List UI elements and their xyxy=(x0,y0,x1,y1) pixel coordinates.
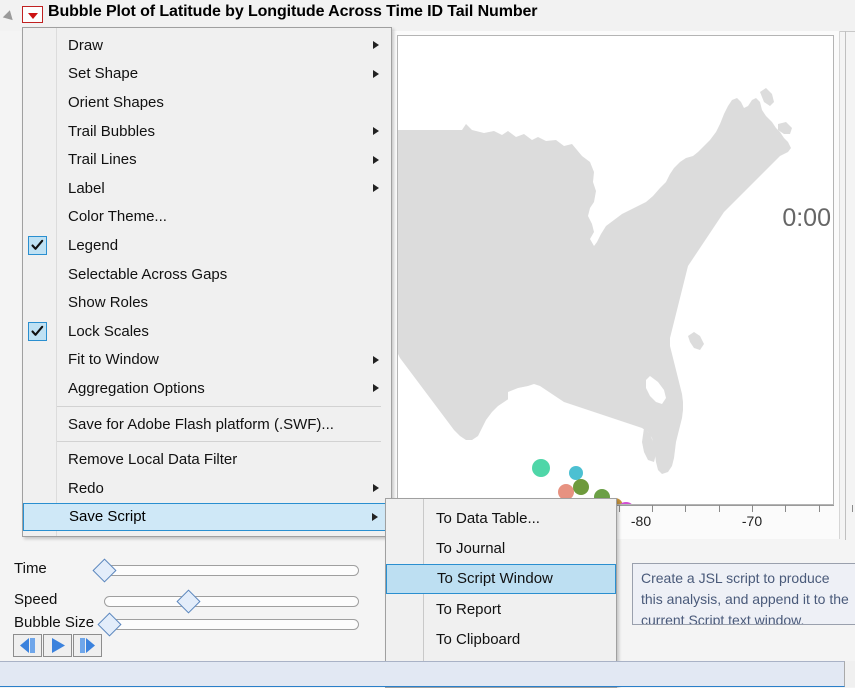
speed-slider-row: Speed xyxy=(0,589,380,614)
menu-item-label: Set Shape xyxy=(68,65,139,83)
submenu-arrow-icon xyxy=(373,155,379,164)
menu-item-orient-shapes[interactable]: Orient Shapes xyxy=(23,88,391,117)
status-bar-right-filler xyxy=(845,661,855,687)
menu-item-label: Legend xyxy=(68,236,119,254)
menu-item-label: Lock Scales xyxy=(68,322,149,340)
submenu-arrow-icon xyxy=(373,41,379,50)
menu-item-trail-bubbles[interactable]: Trail Bubbles xyxy=(23,117,391,146)
bubble-plot-panel: 0:00 -80 -70 xyxy=(392,31,853,539)
menu-item-set-shape[interactable]: Set Shape xyxy=(23,60,391,89)
menu-item-label: Remove Local Data Filter xyxy=(68,451,238,469)
menu-item-redo[interactable]: Redo xyxy=(23,474,391,503)
menu-item-label: Aggregation Options xyxy=(68,379,205,397)
menu-item-show-roles[interactable]: Show Roles xyxy=(23,288,391,317)
speed-slider-thumb[interactable] xyxy=(176,589,201,614)
bubble-size-slider-label: Bubble Size xyxy=(14,614,95,631)
red-triangle-menu-icon[interactable] xyxy=(22,6,43,23)
submenu-arrow-icon xyxy=(373,484,379,493)
menu-item-label: Fit to Window xyxy=(68,351,159,369)
speed-slider-track[interactable] xyxy=(104,596,359,607)
menu-separator xyxy=(57,405,381,407)
x-axis-tick xyxy=(785,505,787,512)
menu-item-label: Color Theme... xyxy=(68,208,167,226)
context-menu: Draw Set Shape Orient Shapes Trail Bubbles T… xyxy=(22,27,392,537)
submenu-arrow-icon xyxy=(373,355,379,364)
submenu-item-label: To Journal xyxy=(436,540,506,558)
menu-item-draw[interactable]: Draw xyxy=(23,31,391,60)
time-slider-thumb[interactable] xyxy=(91,558,117,583)
plot-frame[interactable]: 0:00 xyxy=(397,35,834,505)
submenu-item-label: To Report xyxy=(436,600,502,618)
page-title: Bubble Plot of Latitude by Longitude Acr… xyxy=(48,3,538,20)
x-axis-tick xyxy=(652,505,654,512)
menu-item-save-script[interactable]: Save Script xyxy=(23,502,391,532)
x-tick-label-1: -70 xyxy=(741,513,763,529)
disclosure-triangle-icon[interactable] xyxy=(2,10,17,24)
speed-slider-label: Speed xyxy=(14,591,58,608)
menu-item-remove-local-data-filter[interactable]: Remove Local Data Filter xyxy=(23,445,391,474)
x-axis-tick xyxy=(752,505,753,512)
time-slider-track[interactable] xyxy=(104,565,359,576)
checkmark-icon xyxy=(28,322,47,342)
menu-item-save-for-adobe-flash-platform-swf[interactable]: Save for Adobe Flash platform (.SWF)... xyxy=(23,410,391,439)
step-forward-icon[interactable] xyxy=(73,634,102,657)
submenu-item-to-report[interactable]: To Report xyxy=(386,594,616,624)
submenu-arrow-icon xyxy=(373,184,379,193)
menu-item-selectable-across-gaps[interactable]: Selectable Across Gaps xyxy=(23,260,391,289)
menu-item-label[interactable]: Label xyxy=(23,174,391,203)
submenu-item-to-clipboard[interactable]: To Clipboard xyxy=(386,625,616,655)
x-tick-label-0: -80 xyxy=(630,513,652,529)
menu-item-label: Redo xyxy=(68,479,104,497)
left-edge-filler xyxy=(0,31,22,540)
submenu-item-label: To Clipboard xyxy=(436,631,521,649)
x-axis-tick xyxy=(718,505,720,512)
menu-item-label: Save Script xyxy=(69,508,146,526)
x-axis-tick xyxy=(685,505,687,512)
menu-item-lock-scales[interactable]: Lock Scales xyxy=(23,317,391,346)
menu-item-label: Selectable Across Gaps xyxy=(68,265,228,283)
menu-item-label: Orient Shapes xyxy=(68,93,164,111)
window-right-border xyxy=(845,31,846,556)
menu-separator xyxy=(57,441,381,443)
bubble-size-slider-track[interactable] xyxy=(104,619,359,630)
save-script-submenu: To Data Table... To Journal To Script Wind… xyxy=(385,498,617,688)
menu-item-label: Trail Bubbles xyxy=(68,122,155,140)
data-bubble[interactable] xyxy=(532,459,550,477)
time-slider-row: Time xyxy=(0,558,380,583)
menu-item-label: Show Roles xyxy=(68,294,149,312)
data-bubble[interactable] xyxy=(569,465,583,480)
submenu-arrow-icon xyxy=(372,512,378,521)
us-east-map-shape xyxy=(398,88,792,474)
play-icon[interactable] xyxy=(43,634,72,657)
menu-item-label: Label xyxy=(68,179,105,197)
bubble-size-slider-thumb[interactable] xyxy=(97,612,122,637)
x-axis-tick xyxy=(618,505,620,512)
submenu-arrow-icon xyxy=(373,127,379,136)
menu-item-label: Save for Adobe Flash platform (.SWF)... xyxy=(68,415,334,433)
menu-item-label: Draw xyxy=(68,36,104,54)
step-back-icon[interactable] xyxy=(13,634,42,657)
tooltip: Create a JSL script to produce this anal… xyxy=(632,563,855,625)
menu-item-legend[interactable]: Legend xyxy=(23,231,391,260)
submenu-item-label: To Script Window xyxy=(437,570,553,588)
submenu-item-to-journal[interactable]: To Journal xyxy=(386,533,616,563)
submenu-arrow-icon xyxy=(373,384,379,393)
submenu-item-to-data-table[interactable]: To Data Table... xyxy=(386,503,616,533)
plot-right-inner-border xyxy=(839,31,840,539)
menu-item-trail-lines[interactable]: Trail Lines xyxy=(23,145,391,174)
checkmark-icon xyxy=(28,236,47,256)
status-bar xyxy=(0,661,845,687)
menu-item-color-theme[interactable]: Color Theme... xyxy=(23,203,391,232)
bubble-size-slider-row: Bubble Size xyxy=(0,612,380,637)
menu-item-fit-to-window[interactable]: Fit to Window xyxy=(23,346,391,375)
submenu-item-label: To Data Table... xyxy=(436,509,540,527)
menu-item-aggregation-options[interactable]: Aggregation Options xyxy=(23,374,391,403)
x-axis-tick xyxy=(851,505,853,512)
submenu-arrow-icon xyxy=(373,69,379,78)
menu-item-label: Trail Lines xyxy=(68,151,137,169)
submenu-item-to-script-window[interactable]: To Script Window xyxy=(386,563,616,595)
time-slider-label: Time xyxy=(14,560,47,577)
animation-timer: 0:00 xyxy=(782,204,831,232)
x-axis-tick xyxy=(818,505,820,512)
